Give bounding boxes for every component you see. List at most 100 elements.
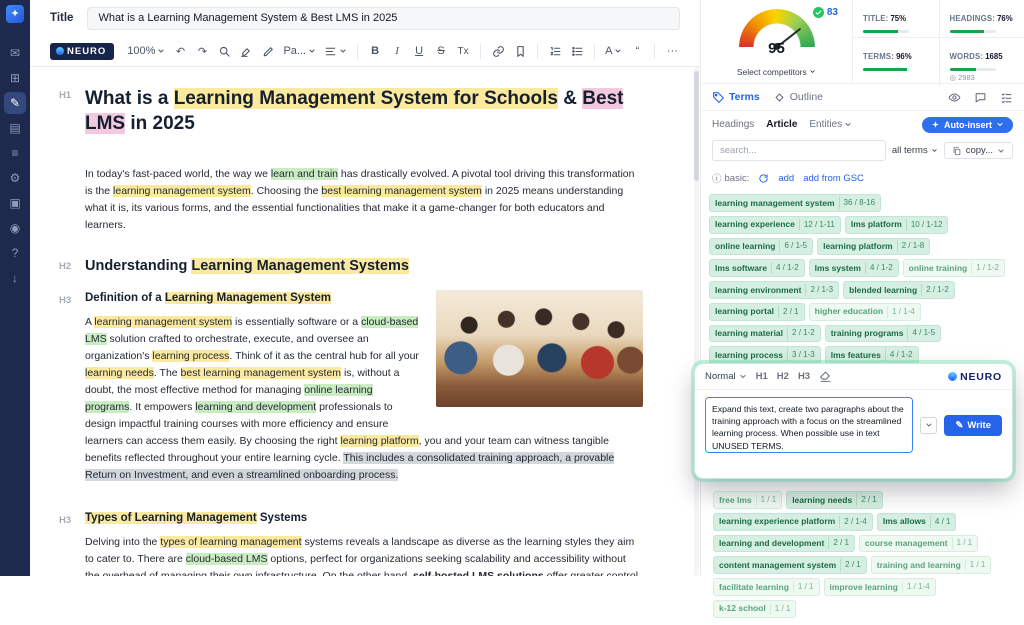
write-options-dropdown[interactable]	[920, 417, 937, 434]
h3-format-button[interactable]: H3	[798, 371, 810, 382]
h2-format-button[interactable]: H2	[777, 371, 789, 382]
term-chip[interactable]: learning management system36 / 8-16	[709, 194, 881, 212]
term-chip[interactable]: online training1 / 1-2	[903, 259, 1005, 277]
term-chip-label: blended learning	[849, 284, 917, 297]
term-chip[interactable]: learning experience12 / 1-11	[709, 216, 841, 234]
term-chip[interactable]: training programs4 / 1-5	[825, 325, 941, 343]
tab-terms[interactable]: Terms	[712, 91, 760, 104]
preview-eye-icon[interactable]	[948, 91, 961, 104]
term-chip[interactable]: free lms1 / 1	[713, 491, 782, 509]
document-icon[interactable]: ▤	[4, 117, 26, 139]
subtab-headings[interactable]: Headings	[712, 119, 754, 130]
draw-button[interactable]	[258, 40, 278, 62]
term-chip-label: training and learning	[877, 559, 961, 572]
term-chip[interactable]: lms allows4 / 1	[877, 513, 957, 531]
bookmark-button[interactable]	[510, 40, 530, 62]
team-icon[interactable]: ◉	[4, 217, 26, 239]
term-chip[interactable]: lms features4 / 1-2	[825, 346, 919, 364]
terms-search-input[interactable]	[712, 140, 886, 161]
term-chip[interactable]: learning and development2 / 1	[713, 535, 855, 553]
term-chip[interactable]: learning experience platform2 / 1-4	[713, 513, 873, 531]
app-logo[interactable]: ✦	[6, 5, 24, 23]
term-chip[interactable]: k-12 school1 / 1	[713, 600, 796, 618]
term-chip[interactable]: higher education1 / 1-4	[809, 303, 921, 321]
blockquote-button[interactable]: “	[627, 40, 647, 62]
ai-prompt-textarea[interactable]: Expand this text, create two paragraphs …	[705, 397, 913, 453]
projects-icon[interactable]: ⊞	[4, 67, 26, 89]
ordered-list-button[interactable]	[545, 40, 565, 62]
term-chip-label: course management	[865, 537, 948, 550]
zoom-select[interactable]: 100%	[124, 40, 168, 62]
term-chip[interactable]: training and learning1 / 1	[871, 556, 992, 574]
term-chip[interactable]: lms platform10 / 1-12	[845, 216, 949, 234]
text-segment: learning platform	[340, 435, 418, 447]
term-chip[interactable]: learning needs2 / 1	[786, 491, 883, 509]
add-term-link[interactable]: add	[778, 173, 794, 184]
term-chip[interactable]: learning environment2 / 1-3	[709, 281, 839, 299]
select-competitors-dropdown[interactable]: Select competitors	[701, 67, 852, 77]
align-select[interactable]	[321, 40, 350, 62]
term-chip[interactable]: facilitate learning1 / 1	[713, 578, 820, 596]
term-chip[interactable]: blended learning2 / 1-2	[843, 281, 955, 299]
clear-format-icon[interactable]	[819, 370, 832, 383]
subtab-entities[interactable]: Entities	[809, 118, 852, 131]
article-h1[interactable]: What is a Learning Management System for…	[85, 87, 643, 136]
chat-icon[interactable]: ✉	[4, 42, 26, 64]
add-from-gsc-link[interactable]: add from GSC	[803, 173, 864, 184]
download-icon[interactable]: ↓	[4, 267, 26, 289]
clear-format-button[interactable]: Tx	[453, 40, 473, 62]
article-paragraph-3[interactable]: Delving into the types of learning manag…	[85, 534, 643, 576]
editor-scrollbar[interactable]	[694, 67, 699, 576]
text-segment: Learning Management Systems	[191, 258, 409, 274]
term-chip[interactable]: content management system2 / 1	[713, 556, 867, 574]
tasks-icon[interactable]: ≡	[4, 142, 26, 164]
article-h2[interactable]: Understanding Learning Management System…	[85, 258, 643, 274]
highlight-button[interactable]	[236, 40, 256, 62]
term-chip[interactable]: learning material2 / 1-2	[709, 325, 821, 343]
underline-button[interactable]: U	[409, 40, 429, 62]
editor-icon[interactable]: ✎	[4, 92, 26, 114]
text-color-select[interactable]: A	[602, 40, 625, 62]
term-chip[interactable]: learning process 3 / 1-3	[709, 346, 821, 364]
format-select[interactable]: Normal	[705, 370, 747, 383]
title-input[interactable]	[87, 7, 680, 30]
term-chip-label: learning process	[715, 349, 783, 362]
copy-terms-button[interactable]: copy...	[944, 142, 1013, 159]
more-button[interactable]: ···	[662, 40, 682, 62]
link-button[interactable]	[488, 40, 508, 62]
term-chip-count: 3 / 1-3	[787, 349, 815, 361]
article-h3-types[interactable]: Types of Learning Management Systems	[85, 512, 643, 524]
terms-filter-select[interactable]: all terms	[892, 145, 938, 156]
term-chip[interactable]: lms system4 / 1-2	[809, 259, 899, 277]
settings-icon[interactable]: ⚙	[4, 167, 26, 189]
term-chip[interactable]: learning platform2 / 1-8	[817, 238, 930, 256]
editor-content[interactable]: H1 What is a Learning Management System …	[30, 67, 700, 576]
h1-format-button[interactable]: H1	[756, 371, 768, 382]
tab-outline[interactable]: Outline	[773, 91, 823, 104]
bold-button[interactable]: B	[365, 40, 385, 62]
undo-button[interactable]: ↶	[170, 40, 190, 62]
share-icon[interactable]: ▣	[4, 192, 26, 214]
auto-insert-button[interactable]: Auto-insert	[922, 117, 1013, 133]
term-chip[interactable]: online learning6 / 1-5	[709, 238, 813, 256]
article-paragraph-1[interactable]: In today's fast-paced world, the way we …	[85, 166, 643, 234]
term-chip[interactable]: lms software4 / 1-2	[709, 259, 805, 277]
term-chip-label: k-12 school	[719, 602, 766, 615]
checklist-icon[interactable]	[1000, 91, 1013, 104]
article-h3-definition[interactable]: Definition of a Learning Management Syst…	[85, 292, 643, 304]
italic-button[interactable]: I	[387, 40, 407, 62]
term-chip[interactable]: improve learning1 / 1-4	[824, 578, 936, 596]
subtab-article[interactable]: Article	[766, 119, 797, 130]
comments-icon[interactable]	[974, 91, 987, 104]
help-icon[interactable]: ?	[4, 242, 26, 264]
bullet-list-button[interactable]	[567, 40, 587, 62]
paragraph-format-select[interactable]: Pa...	[280, 40, 319, 62]
write-button[interactable]: ✎ Write	[944, 415, 1002, 436]
redo-button[interactable]: ↷	[192, 40, 212, 62]
search-button[interactable]	[214, 40, 234, 62]
term-chip-label: facilitate learning	[719, 581, 789, 594]
term-chip[interactable]: course management1 / 1	[859, 535, 978, 553]
strikethrough-button[interactable]: S	[431, 40, 451, 62]
refresh-icon[interactable]	[758, 173, 769, 184]
term-chip[interactable]: learning portal2 / 1	[709, 303, 805, 321]
